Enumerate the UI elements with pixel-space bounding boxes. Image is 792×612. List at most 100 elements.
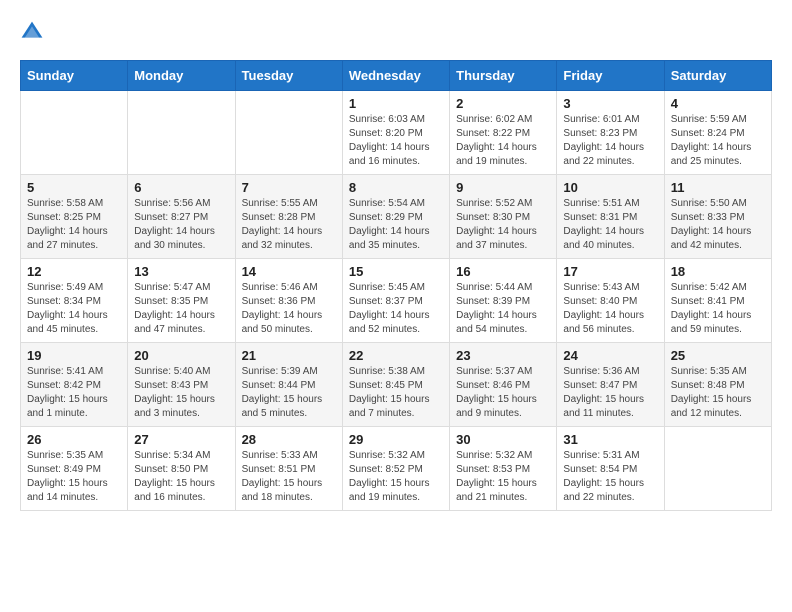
calendar-week-row: 19Sunrise: 5:41 AM Sunset: 8:42 PM Dayli… (21, 343, 772, 427)
day-number: 7 (242, 180, 336, 195)
day-info: Sunrise: 5:37 AM Sunset: 8:46 PM Dayligh… (456, 365, 550, 421)
day-number: 22 (349, 348, 443, 363)
day-number: 31 (563, 432, 657, 447)
calendar-cell: 31 Sunrise: 5:31 AM Sunset: 8:54 PM Dayli… (557, 427, 664, 511)
day-number: 24 (563, 348, 657, 363)
day-info: Sunrise: 5:34 AM Sunset: 8:50 PM Dayligh… (134, 449, 228, 505)
calendar-cell: 28 Sunrise: 5:33 AM Sunset: 8:51 PM Dayli… (235, 427, 342, 511)
day-number: 8 (349, 180, 443, 195)
day-info: Sunrise: 5:51 AM Sunset: 8:31 PM Dayligh… (563, 197, 657, 253)
day-number: 11 (671, 180, 765, 195)
day-info: Sunrise: 5:50 AM Sunset: 8:33 PM Dayligh… (671, 197, 765, 253)
day-number: 25 (671, 348, 765, 363)
day-info: Sunrise: 5:59 AM Sunset: 8:24 PM Dayligh… (671, 113, 765, 169)
calendar-cell: 10 Sunrise: 5:51 AM Sunset: 8:31 PM Dayli… (557, 175, 664, 259)
day-info: Sunrise: 5:33 AM Sunset: 8:51 PM Dayligh… (242, 449, 336, 505)
day-info: Sunrise: 5:43 AM Sunset: 8:40 PM Dayligh… (563, 281, 657, 337)
calendar-header-saturday: Saturday (664, 61, 771, 91)
day-number: 21 (242, 348, 336, 363)
day-number: 17 (563, 264, 657, 279)
calendar-cell: 9 Sunrise: 5:52 AM Sunset: 8:30 PM Daylig… (450, 175, 557, 259)
day-info: Sunrise: 5:40 AM Sunset: 8:43 PM Dayligh… (134, 365, 228, 421)
calendar-cell: 20 Sunrise: 5:40 AM Sunset: 8:43 PM Dayli… (128, 343, 235, 427)
day-info: Sunrise: 5:46 AM Sunset: 8:36 PM Dayligh… (242, 281, 336, 337)
day-info: Sunrise: 5:56 AM Sunset: 8:27 PM Dayligh… (134, 197, 228, 253)
day-info: Sunrise: 5:55 AM Sunset: 8:28 PM Dayligh… (242, 197, 336, 253)
day-number: 29 (349, 432, 443, 447)
calendar-header-monday: Monday (128, 61, 235, 91)
day-number: 15 (349, 264, 443, 279)
calendar-cell: 19Sunrise: 5:41 AM Sunset: 8:42 PM Dayli… (21, 343, 128, 427)
calendar-week-row: 26 Sunrise: 5:35 AM Sunset: 8:49 PM Dayli… (21, 427, 772, 511)
calendar-header-wednesday: Wednesday (342, 61, 449, 91)
day-info: Sunrise: 6:01 AM Sunset: 8:23 PM Dayligh… (563, 113, 657, 169)
day-number: 9 (456, 180, 550, 195)
calendar-cell: 5 Sunrise: 5:58 AM Sunset: 8:25 PM Daylig… (21, 175, 128, 259)
day-info: Sunrise: 5:54 AM Sunset: 8:29 PM Dayligh… (349, 197, 443, 253)
day-number: 16 (456, 264, 550, 279)
calendar-cell: 15 Sunrise: 5:45 AM Sunset: 8:37 PM Dayli… (342, 259, 449, 343)
calendar-cell: 6 Sunrise: 5:56 AM Sunset: 8:27 PM Daylig… (128, 175, 235, 259)
calendar-header-thursday: Thursday (450, 61, 557, 91)
calendar-header-tuesday: Tuesday (235, 61, 342, 91)
calendar-week-row: 12Sunrise: 5:49 AM Sunset: 8:34 PM Dayli… (21, 259, 772, 343)
day-info: Sunrise: 5:47 AM Sunset: 8:35 PM Dayligh… (134, 281, 228, 337)
day-info: Sunrise: 5:31 AM Sunset: 8:54 PM Dayligh… (563, 449, 657, 505)
day-number: 30 (456, 432, 550, 447)
day-info: Sunrise: 5:42 AM Sunset: 8:41 PM Dayligh… (671, 281, 765, 337)
calendar-cell: 18Sunrise: 5:42 AM Sunset: 8:41 PM Dayli… (664, 259, 771, 343)
calendar-cell: 4 Sunrise: 5:59 AM Sunset: 8:24 PM Daylig… (664, 91, 771, 175)
day-info: Sunrise: 5:39 AM Sunset: 8:44 PM Dayligh… (242, 365, 336, 421)
day-number: 1 (349, 96, 443, 111)
calendar-cell (128, 91, 235, 175)
day-number: 12 (27, 264, 121, 279)
day-info: Sunrise: 5:44 AM Sunset: 8:39 PM Dayligh… (456, 281, 550, 337)
day-number: 14 (242, 264, 336, 279)
day-info: Sunrise: 5:45 AM Sunset: 8:37 PM Dayligh… (349, 281, 443, 337)
day-number: 6 (134, 180, 228, 195)
calendar-cell: 7 Sunrise: 5:55 AM Sunset: 8:28 PM Daylig… (235, 175, 342, 259)
day-info: Sunrise: 6:02 AM Sunset: 8:22 PM Dayligh… (456, 113, 550, 169)
calendar-cell: 12Sunrise: 5:49 AM Sunset: 8:34 PM Dayli… (21, 259, 128, 343)
day-info: Sunrise: 5:38 AM Sunset: 8:45 PM Dayligh… (349, 365, 443, 421)
day-number: 10 (563, 180, 657, 195)
page-header (20, 20, 772, 44)
day-info: Sunrise: 5:32 AM Sunset: 8:52 PM Dayligh… (349, 449, 443, 505)
calendar-cell: 8 Sunrise: 5:54 AM Sunset: 8:29 PM Daylig… (342, 175, 449, 259)
calendar-table: SundayMondayTuesdayWednesdayThursdayFrid… (20, 60, 772, 511)
calendar-header-sunday: Sunday (21, 61, 128, 91)
day-info: Sunrise: 5:35 AM Sunset: 8:49 PM Dayligh… (27, 449, 121, 505)
calendar-cell: 22 Sunrise: 5:38 AM Sunset: 8:45 PM Dayli… (342, 343, 449, 427)
day-info: Sunrise: 5:52 AM Sunset: 8:30 PM Dayligh… (456, 197, 550, 253)
calendar-cell: 17 Sunrise: 5:43 AM Sunset: 8:40 PM Dayli… (557, 259, 664, 343)
day-number: 19 (27, 348, 121, 363)
calendar-cell: 1 Sunrise: 6:03 AM Sunset: 8:20 PM Daylig… (342, 91, 449, 175)
day-info: Sunrise: 5:32 AM Sunset: 8:53 PM Dayligh… (456, 449, 550, 505)
calendar-week-row: 1 Sunrise: 6:03 AM Sunset: 8:20 PM Daylig… (21, 91, 772, 175)
calendar-cell (664, 427, 771, 511)
calendar-header-row: SundayMondayTuesdayWednesdayThursdayFrid… (21, 61, 772, 91)
calendar-cell (21, 91, 128, 175)
calendar-cell: 27Sunrise: 5:34 AM Sunset: 8:50 PM Dayli… (128, 427, 235, 511)
day-number: 23 (456, 348, 550, 363)
calendar-week-row: 5 Sunrise: 5:58 AM Sunset: 8:25 PM Daylig… (21, 175, 772, 259)
day-number: 5 (27, 180, 121, 195)
calendar-cell: 24Sunrise: 5:36 AM Sunset: 8:47 PM Dayli… (557, 343, 664, 427)
calendar-cell: 2 Sunrise: 6:02 AM Sunset: 8:22 PM Daylig… (450, 91, 557, 175)
calendar-cell: 26 Sunrise: 5:35 AM Sunset: 8:49 PM Dayli… (21, 427, 128, 511)
day-info: Sunrise: 5:35 AM Sunset: 8:48 PM Dayligh… (671, 365, 765, 421)
calendar-cell: 23 Sunrise: 5:37 AM Sunset: 8:46 PM Dayli… (450, 343, 557, 427)
logo (20, 20, 48, 44)
calendar-cell: 29 Sunrise: 5:32 AM Sunset: 8:52 PM Dayli… (342, 427, 449, 511)
calendar-cell: 11 Sunrise: 5:50 AM Sunset: 8:33 PM Dayli… (664, 175, 771, 259)
calendar-cell: 3Sunrise: 6:01 AM Sunset: 8:23 PM Daylig… (557, 91, 664, 175)
calendar-cell: 13Sunrise: 5:47 AM Sunset: 8:35 PM Dayli… (128, 259, 235, 343)
day-number: 20 (134, 348, 228, 363)
day-info: Sunrise: 5:58 AM Sunset: 8:25 PM Dayligh… (27, 197, 121, 253)
day-number: 26 (27, 432, 121, 447)
calendar-cell: 16 Sunrise: 5:44 AM Sunset: 8:39 PM Dayli… (450, 259, 557, 343)
day-number: 28 (242, 432, 336, 447)
day-info: Sunrise: 6:03 AM Sunset: 8:20 PM Dayligh… (349, 113, 443, 169)
day-number: 4 (671, 96, 765, 111)
day-number: 2 (456, 96, 550, 111)
